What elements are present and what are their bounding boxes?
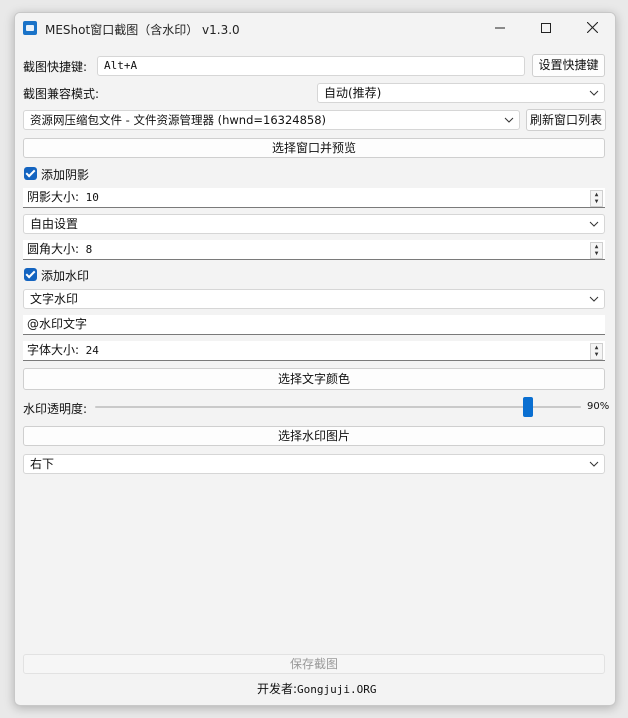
chevron-down-icon [589,215,599,233]
compat-mode-select[interactable]: 自动(推荐) [317,83,605,103]
close-button[interactable] [569,13,615,45]
compat-mode-value: 自动(推荐) [324,86,382,100]
app-window: MEShot窗口截图（含水印） v1.3.0 截图快捷键: Alt+A 设置快捷… [14,12,616,706]
chevron-down-icon [589,455,599,473]
chevron-down-icon [589,290,599,308]
shadow-size-label: 阴影大小: [27,190,80,204]
font-size-spinbox[interactable]: 字体大小: 24 ▲ ▼ [23,341,605,361]
select-window-preview-button[interactable]: 选择窗口并预览 [23,138,605,158]
spin-arrows-icon[interactable]: ▲ ▼ [590,190,603,207]
shadow-size-value: 10 [85,191,99,204]
target-window-select[interactable]: 资源网压缩包文件 - 文件资源管理器 (hwnd=16324858) [23,110,520,130]
app-logo-icon [23,21,37,35]
watermark-position-value: 右下 [30,457,55,471]
chevron-down-icon [504,111,514,129]
font-size-value: 24 [85,344,99,357]
target-window-value: 资源网压缩包文件 - 文件资源管理器 (hwnd=16324858) [30,113,327,127]
close-icon [586,21,598,34]
compat-mode-label: 截图兼容模式: [23,87,100,101]
add-watermark-label: 添加水印 [41,269,90,283]
font-size-label: 字体大小: [27,343,80,357]
set-hotkey-button[interactable]: 设置快捷键 [532,54,605,77]
developer-site: Gongjuji.ORG [297,683,377,696]
refresh-window-list-button[interactable]: 刷新窗口列表 [526,109,606,131]
select-watermark-image-button[interactable]: 选择水印图片 [23,426,605,446]
add-shadow-label: 添加阴影 [41,168,90,182]
spin-arrows-icon[interactable]: ▲ ▼ [590,343,603,360]
shadow-mode-value: 自由设置 [30,217,79,231]
save-screenshot-button[interactable]: 保存截图 [23,654,605,674]
hotkey-input[interactable]: Alt+A [97,56,525,76]
maximize-button[interactable] [523,13,569,45]
minimize-icon [495,27,505,29]
watermark-text-input[interactable]: @水印文字 [23,315,605,335]
hotkey-label: 截图快捷键: [23,60,88,74]
chevron-down-icon [589,84,599,102]
corner-radius-spinbox[interactable]: 圆角大小: 8 ▲ ▼ [23,240,605,260]
title-bar[interactable]: MEShot窗口截图（含水印） v1.3.0 [15,13,615,45]
add-watermark-checkbox[interactable] [24,268,37,281]
add-shadow-checkbox[interactable] [24,167,37,180]
minimize-button[interactable] [477,13,523,45]
opacity-value: 90% [587,401,610,412]
shadow-mode-select[interactable]: 自由设置 [23,214,605,234]
spin-arrows-icon[interactable]: ▲ ▼ [590,242,603,259]
opacity-slider-track[interactable] [95,406,581,408]
corner-radius-label: 圆角大小: [27,242,80,256]
select-text-color-button[interactable]: 选择文字颜色 [23,368,605,390]
shadow-size-spinbox[interactable]: 阴影大小: 10 ▲ ▼ [23,188,605,208]
corner-radius-value: 8 [85,243,93,256]
developer-credit: 开发者:Gongjuji.ORG [257,680,377,697]
watermark-type-select[interactable]: 文字水印 [23,289,605,309]
developer-label: 开发者: [257,682,298,696]
window-title: MEShot窗口截图（含水印） v1.3.0 [45,23,240,37]
maximize-icon [541,23,551,33]
opacity-slider-thumb[interactable] [523,397,534,417]
watermark-position-select[interactable]: 右下 [23,454,605,474]
watermark-type-value: 文字水印 [30,292,79,306]
opacity-label: 水印透明度: [23,402,88,416]
